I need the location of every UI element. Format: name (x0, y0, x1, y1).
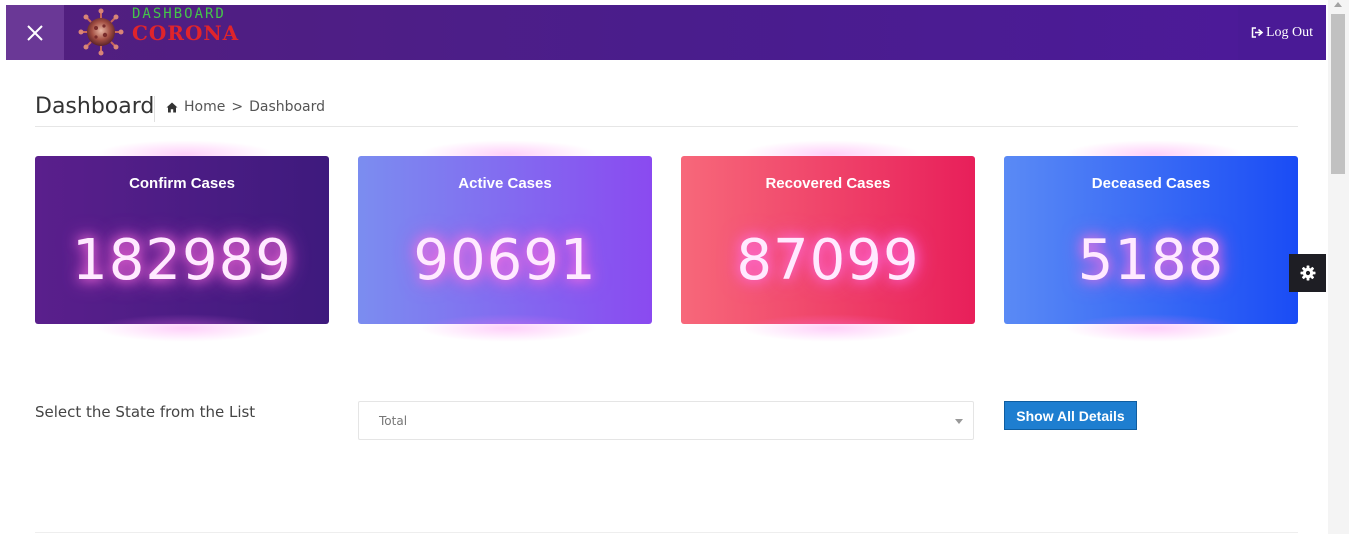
card-title: Deceased Cases (1091, 175, 1211, 192)
active-cases-card: Active Cases 90691 (358, 156, 652, 324)
card-title: Recovered Cases (765, 175, 891, 192)
page: DASHBOARD CORONA Log Out Dashboard Home … (0, 0, 1349, 534)
settings-button[interactable] (1289, 254, 1326, 292)
card-value: 90691 (413, 228, 597, 293)
page-title: Dashboard (35, 94, 155, 119)
recovered-cases-card: Recovered Cases 87099 (681, 156, 975, 324)
card-glow (418, 314, 598, 342)
sign-out-icon (1251, 27, 1264, 38)
home-icon (166, 102, 178, 112)
card-glow (1064, 314, 1244, 342)
header-divider (35, 126, 1298, 127)
chevron-down-icon (955, 419, 963, 424)
scroll-up-arrow-icon[interactable] (1334, 2, 1342, 7)
section-divider (35, 532, 1298, 533)
logout-label: Log Out (1265, 24, 1314, 40)
show-all-details-button[interactable]: Show All Details (1004, 401, 1137, 430)
confirm-cases-card: Confirm Cases 182989 (35, 156, 329, 324)
deceased-cases-card: Deceased Cases 5188 (1004, 156, 1298, 324)
close-icon (27, 24, 43, 41)
card-title: Confirm Cases (129, 175, 235, 192)
breadcrumb: Home > Dashboard (166, 99, 325, 115)
state-select-label: Select the State from the List (35, 403, 256, 421)
breadcrumb-current: Dashboard (249, 99, 326, 115)
card-value: 87099 (736, 228, 920, 293)
breadcrumb-home-link[interactable]: Home (184, 99, 225, 115)
card-title: Active Cases (458, 175, 552, 192)
coronavirus-icon (78, 8, 124, 56)
card-value: 5188 (1077, 228, 1225, 293)
card-glow (95, 314, 275, 342)
gear-icon (1300, 265, 1315, 281)
card-glow (741, 314, 921, 342)
logo-dashboard-text: DASHBOARD (132, 6, 226, 22)
top-navbar: DASHBOARD CORONA Log Out (6, 5, 1326, 60)
page-scrollbar[interactable] (1328, 0, 1349, 534)
close-sidebar-button[interactable] (6, 5, 64, 60)
logo-corona-text: CORONA (132, 21, 240, 45)
breadcrumb-separator: > (231, 99, 244, 115)
scroll-thumb[interactable] (1331, 14, 1345, 174)
logout-button[interactable]: Log Out (1238, 5, 1326, 60)
state-select-value: Total (379, 414, 408, 428)
logo[interactable]: DASHBOARD CORONA (78, 6, 239, 58)
card-value: 182989 (72, 228, 292, 293)
state-select-dropdown[interactable]: Total (358, 401, 974, 440)
title-divider (154, 96, 155, 122)
